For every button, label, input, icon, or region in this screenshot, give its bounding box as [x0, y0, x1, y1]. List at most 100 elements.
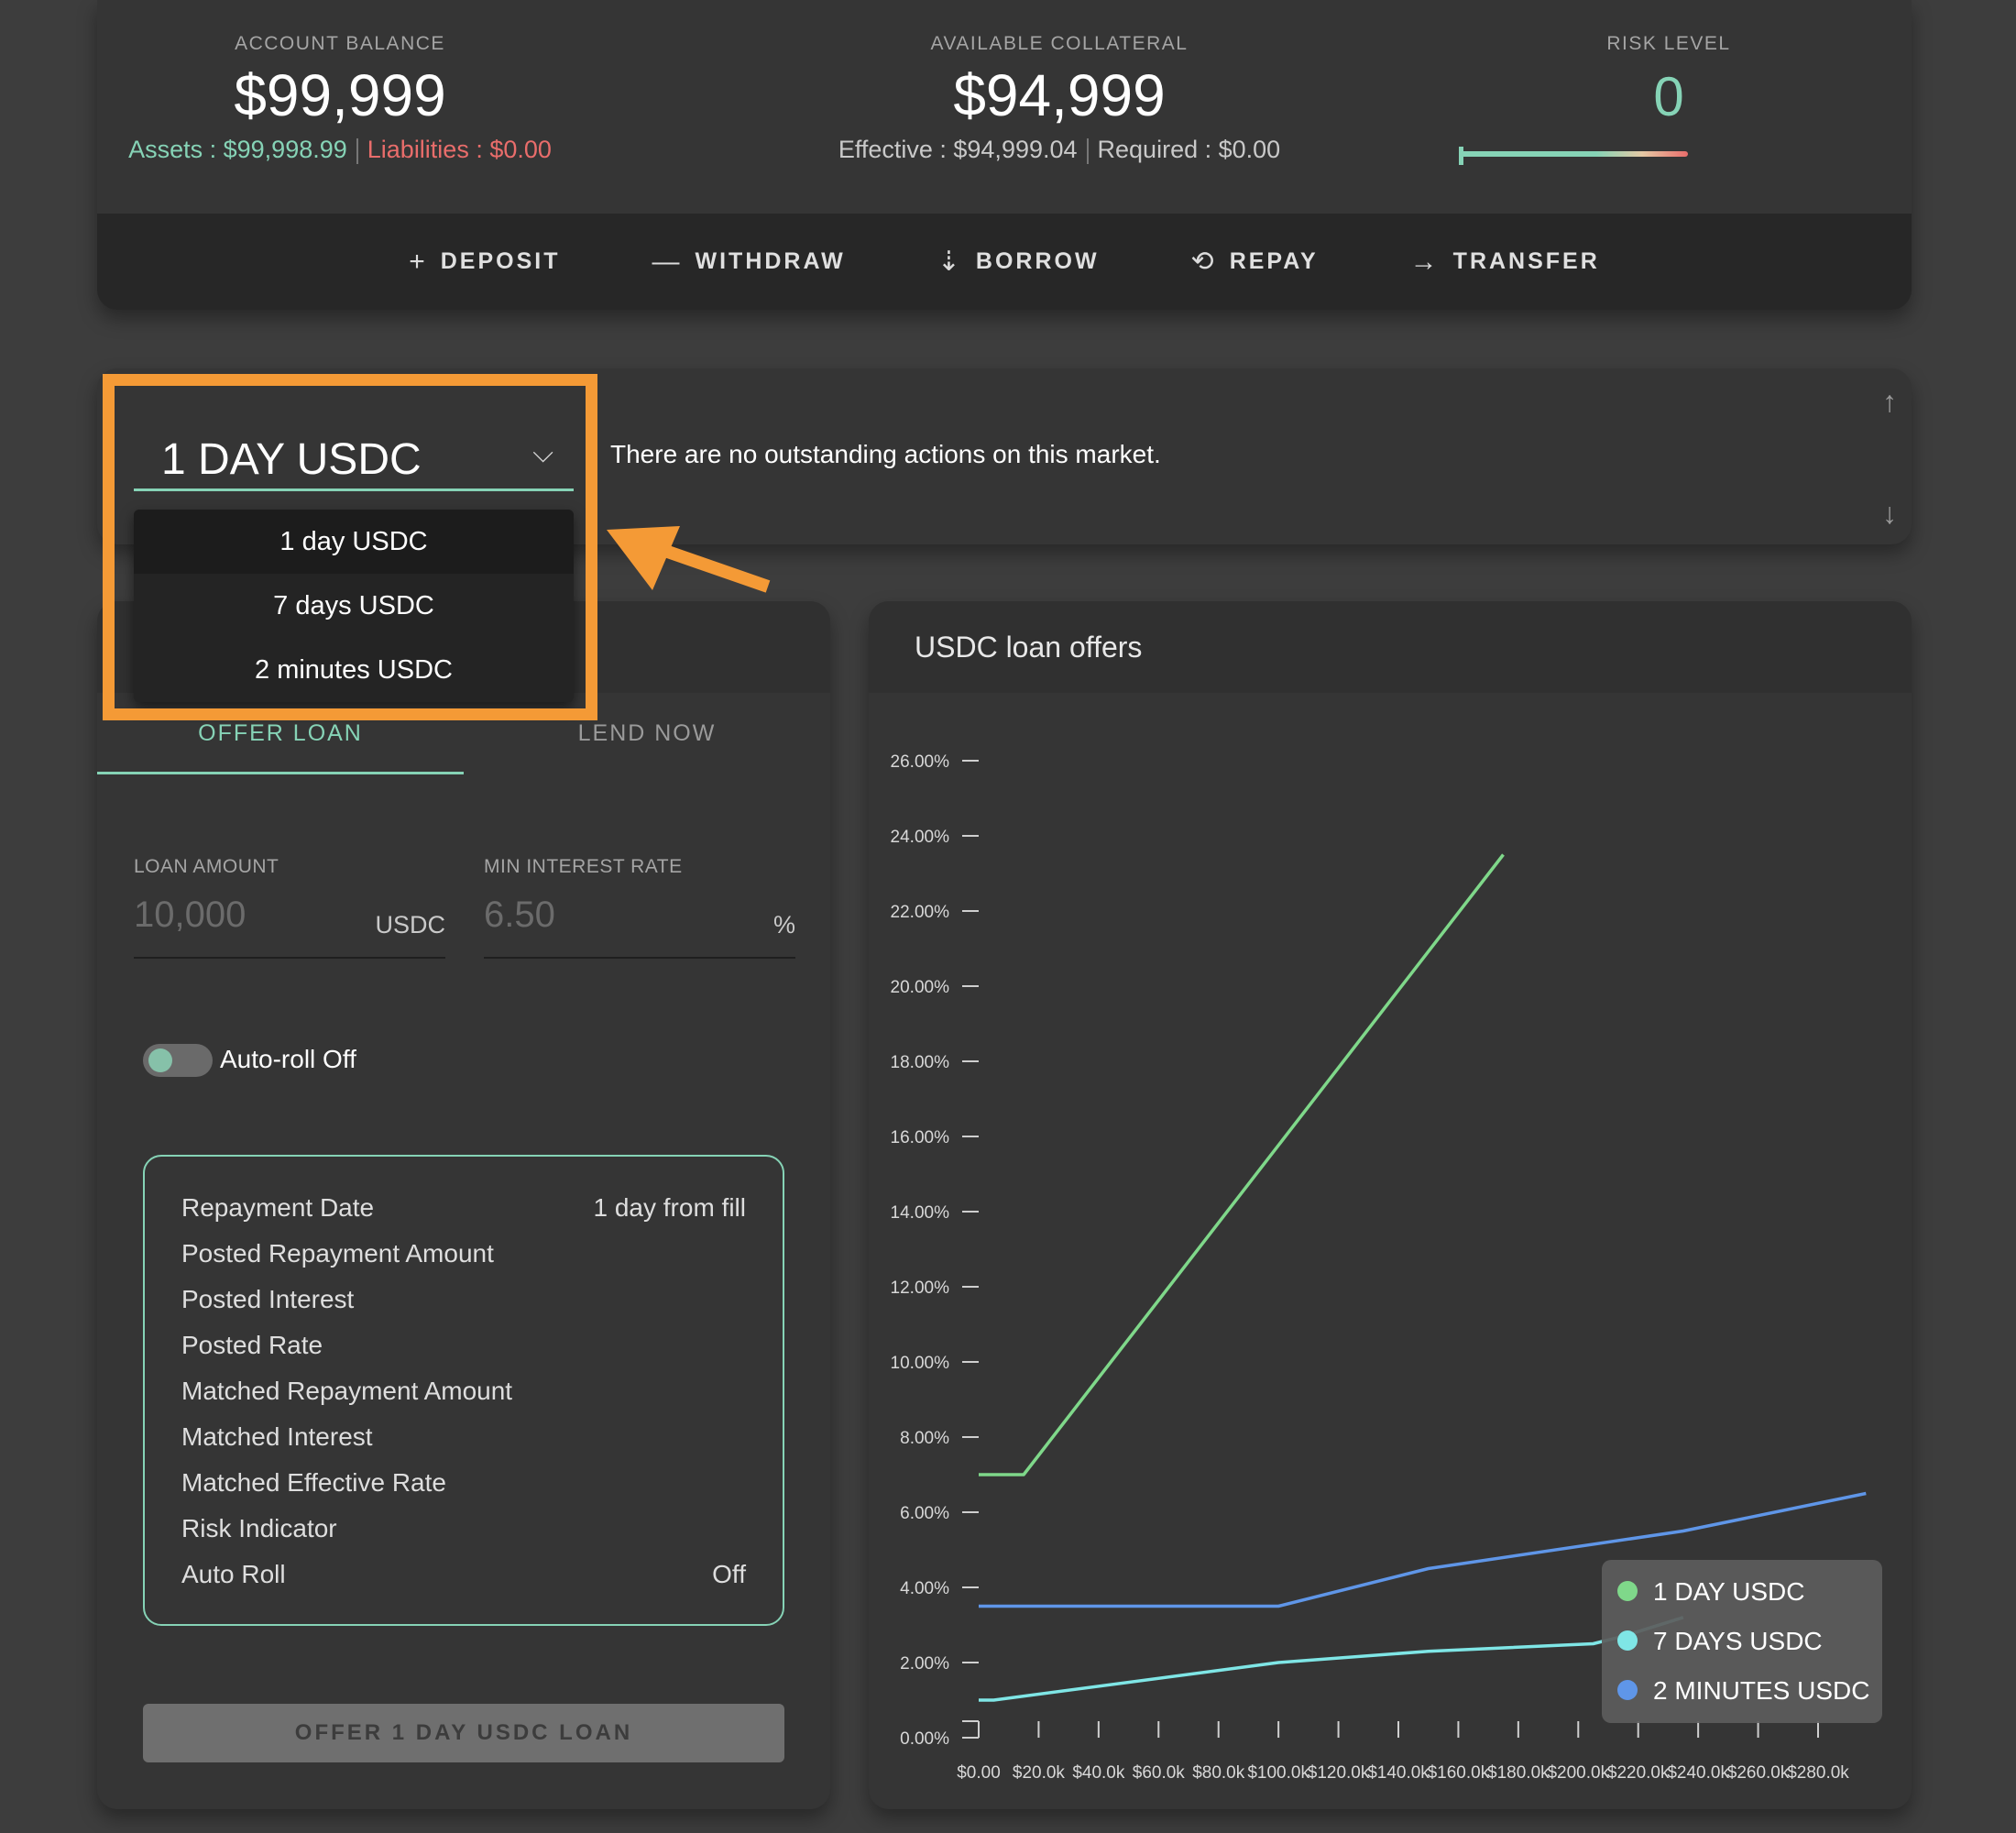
summary-key: Risk Indicator: [181, 1514, 337, 1542]
y-axis-tick-label: 18.00%: [891, 1053, 950, 1072]
market-select-value: 1 DAY USDC: [161, 435, 422, 484]
x-axis-tick-label: $280.0k: [1787, 1763, 1849, 1783]
x-axis-tick-label: $40.0k: [1072, 1763, 1125, 1783]
account-action-bar: + DEPOSIT — WITHDRAW ⇣ BORROW ⟲ REPAY → …: [97, 214, 1912, 310]
summary-value: 1 day from fill: [593, 1193, 747, 1222]
x-axis-tick-label: $260.0k: [1727, 1763, 1790, 1783]
y-axis-tick-label: 2.00%: [900, 1654, 949, 1674]
tab-lend-now[interactable]: LEND NOW: [464, 720, 830, 747]
loan-offers-chart: 0.00% 2.00% 4.00% 6.00% 8.00% 10.00% 12.00% 14.…: [891, 752, 1882, 1783]
summary-row: Posted Interest: [181, 1285, 746, 1322]
x-axis-tick-label: $220.0k: [1607, 1763, 1670, 1783]
summary-value: Off: [712, 1560, 746, 1588]
x-axis-tick-label: $160.0k: [1428, 1763, 1490, 1783]
x-axis-tick-label: $200.0k: [1547, 1763, 1609, 1783]
summary-row: Matched Interest: [181, 1422, 746, 1459]
x-axis-tick-label: $0.00: [957, 1763, 1001, 1783]
y-axis-tick-label: 20.00%: [891, 978, 950, 997]
account-balance-value: $99,999: [234, 62, 446, 128]
offer-loan-button[interactable]: OFFER 1 DAY USDC LOAN: [143, 1704, 784, 1762]
y-axis-tick-label: 22.00%: [891, 903, 950, 922]
x-axis-tick-label: $20.0k: [1013, 1763, 1066, 1783]
x-axis-tick-label: $180.0k: [1487, 1763, 1550, 1783]
arrow-down-icon: ⇣: [937, 247, 963, 277]
borrow-button[interactable]: ⇣ BORROW: [937, 246, 1100, 278]
borrow-label: BORROW: [975, 248, 1100, 274]
market-option-2-minutes[interactable]: 2 minutes USDC: [134, 638, 574, 702]
withdraw-button[interactable]: — WITHDRAW: [652, 247, 846, 278]
available-collateral-label: AVAILABLE COLLATERAL: [930, 33, 1189, 54]
legend-swatch-7-days-usdc: [1617, 1630, 1638, 1651]
summary-row: Matched Repayment Amount: [181, 1377, 746, 1413]
account-balance-stat: ACCOUNT BALANCE $99,999 Assets : $99,998…: [97, 0, 583, 164]
lend-panel: 1 day USDC OFFER LOAN LEND NOW LOAN AMOU…: [97, 601, 830, 1809]
active-tab-indicator: [97, 772, 464, 774]
liabilities-value: Liabilities : $0.00: [367, 136, 552, 163]
market-select[interactable]: 1 DAY USDC ⌵: [134, 423, 574, 491]
risk-level-stat: RISK LEVEL 0: [1481, 0, 1857, 132]
summary-key: Posted Rate: [181, 1331, 323, 1359]
effective-collateral: Effective : $94,999.04: [838, 136, 1078, 163]
y-axis-tick-label: 24.00%: [891, 828, 950, 847]
repay-label: REPAY: [1229, 248, 1319, 274]
scroll-up-icon[interactable]: ↑: [1882, 385, 1897, 419]
x-axis-tick-label: $120.0k: [1308, 1763, 1370, 1783]
market-option-1-day[interactable]: 1 day USDC: [134, 510, 574, 574]
legend-swatch-2-minutes-usdc: [1617, 1680, 1638, 1700]
y-axis-tick-label: 12.00%: [891, 1279, 950, 1298]
loan-amount-label: LOAN AMOUNT: [134, 856, 279, 877]
summary-key: Repayment Date: [181, 1193, 375, 1222]
y-axis-tick-label: 16.00%: [891, 1128, 950, 1147]
auto-roll-label: Auto-roll Off: [220, 1045, 356, 1073]
withdraw-label: WITHDRAW: [695, 248, 846, 274]
repay-cycle-icon: ⟲: [1190, 247, 1217, 277]
y-axis-tick-label: 4.00%: [900, 1579, 949, 1598]
available-collateral-stat: AVAILABLE COLLATERAL $94,999 Effective :…: [665, 0, 1453, 164]
deposit-button[interactable]: + DEPOSIT: [409, 247, 560, 278]
summary-key: Posted Interest: [181, 1285, 355, 1313]
loan-amount-field: USDC: [134, 895, 445, 959]
min-interest-rate-field: %: [484, 895, 795, 959]
auto-roll-toggle[interactable]: [143, 1044, 213, 1077]
legend-label-2-minutes-usdc: 2 MINUTES USDC: [1653, 1676, 1869, 1705]
legend-swatch-1-day-usdc: [1617, 1581, 1638, 1601]
transfer-label: TRANSFER: [1452, 248, 1600, 274]
chevron-down-icon: ⌵: [532, 438, 553, 468]
market-option-7-days[interactable]: 7 days USDC: [134, 574, 574, 638]
series-line-1-day-usdc: [979, 853, 1505, 1476]
summary-key: Posted Repayment Amount: [181, 1239, 494, 1268]
y-axis-tick-label: 14.00%: [891, 1203, 950, 1223]
summary-key: Matched Effective Rate: [181, 1468, 446, 1497]
loan-offers-chart-card: USDC loan offers 0.00% 2.00% 4.00% 6.00% 8.0…: [869, 601, 1912, 1809]
summary-key: Matched Interest: [181, 1422, 373, 1451]
summary-row: Posted Rate: [181, 1331, 746, 1367]
legend-label-1-day-usdc: 1 DAY USDC: [1653, 1577, 1804, 1606]
y-axis-tick-label: 6.00%: [900, 1504, 949, 1523]
transfer-button[interactable]: → TRANSFER: [1410, 247, 1600, 278]
risk-level-label: RISK LEVEL: [1606, 33, 1731, 54]
x-axis-tick-label: $80.0k: [1192, 1763, 1245, 1783]
x-axis-tick-label: $100.0k: [1247, 1763, 1309, 1783]
risk-level-marker: [1459, 147, 1463, 165]
account-balance-label: ACCOUNT BALANCE: [235, 33, 445, 54]
y-axis-tick-label: 8.00%: [900, 1429, 949, 1448]
repay-button[interactable]: ⟲ REPAY: [1191, 246, 1319, 278]
y-axis-tick-label: 0.00%: [900, 1729, 949, 1749]
scroll-down-icon[interactable]: ↓: [1882, 497, 1897, 531]
min-interest-rate-unit: %: [772, 911, 795, 938]
assets-value: Assets : $99,998.99: [128, 136, 347, 163]
available-collateral-value: $94,999: [953, 62, 1166, 128]
y-axis-tick-label: 10.00%: [891, 1354, 950, 1373]
risk-level-value: 0: [1653, 66, 1684, 127]
loan-amount-input[interactable]: [134, 895, 354, 936]
loan-summary-box: Repayment Date 1 day from fill Posted Re…: [143, 1155, 784, 1626]
summary-row: Risk Indicator: [181, 1514, 746, 1551]
y-axis-tick-label: 26.00%: [891, 752, 950, 772]
summary-row: Auto Roll Off: [181, 1560, 746, 1597]
market-dropdown-menu: 1 day USDC 7 days USDC 2 minutes USDC: [134, 510, 574, 702]
summary-row: Posted Repayment Amount: [181, 1239, 746, 1276]
summary-key: Matched Repayment Amount: [181, 1377, 513, 1405]
tab-offer-loan[interactable]: OFFER LOAN: [97, 720, 464, 747]
required-collateral: Required : $0.00: [1097, 136, 1281, 163]
min-interest-rate-input[interactable]: [484, 895, 704, 936]
